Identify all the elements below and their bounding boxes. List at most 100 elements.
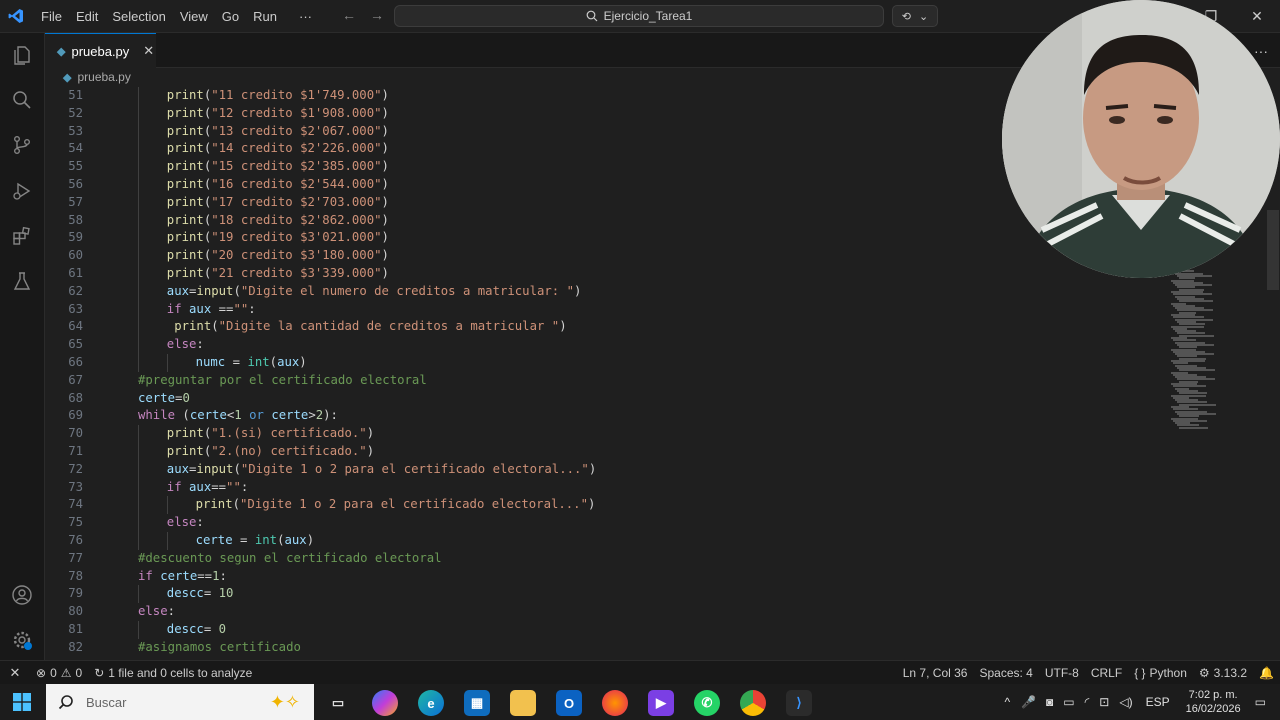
- task-view-icon[interactable]: ▭: [325, 690, 351, 716]
- code-line[interactable]: 51 print("11 credito $1'749.000"): [45, 87, 1145, 105]
- notification-center-icon[interactable]: ▭: [1255, 695, 1266, 709]
- menu-more[interactable]: ···: [292, 9, 319, 24]
- close-window-button[interactable]: ✕: [1234, 0, 1280, 33]
- input-language[interactable]: ESP: [1146, 695, 1170, 709]
- explorer-icon[interactable]: [10, 43, 34, 67]
- menu-edit[interactable]: Edit: [69, 9, 105, 24]
- microphone-icon[interactable]: 🎤: [1021, 695, 1036, 709]
- code-line[interactable]: 66 numc = int(aux): [45, 354, 1145, 372]
- indent-guide: [138, 229, 139, 248]
- code-line[interactable]: 71 print("2.(no) certificado."): [45, 443, 1145, 461]
- taskbar-search[interactable]: Buscar ✦✧: [46, 684, 314, 720]
- line-number: 54: [68, 141, 83, 156]
- vscode-taskbar-icon[interactable]: ⟩: [786, 690, 812, 716]
- code-text: print("12 credito $1'908.000"): [166, 105, 389, 120]
- firefox-icon[interactable]: [602, 690, 628, 716]
- chrome-icon[interactable]: [740, 690, 766, 716]
- edge-icon[interactable]: e: [418, 690, 444, 716]
- minimap[interactable]: [1163, 268, 1223, 433]
- account-icon[interactable]: [10, 583, 34, 607]
- code-line[interactable]: 82 #asignamos certificado: [45, 639, 1145, 657]
- code-line[interactable]: 77 #descuento segun el certificado electo…: [45, 550, 1145, 568]
- display-icon[interactable]: ⊡: [1099, 695, 1109, 709]
- code-line[interactable]: 64 print("Digite la cantidad de creditos…: [45, 318, 1145, 337]
- tab-prueba-py[interactable]: ◆ prueba.py ✕: [45, 33, 156, 68]
- store-icon[interactable]: ▦: [464, 690, 490, 716]
- menu-go[interactable]: Go: [215, 9, 246, 24]
- code-line[interactable]: 76 certe = int(aux): [45, 532, 1145, 550]
- code-line[interactable]: 59 print("19 credito $3'021.000"): [45, 229, 1145, 248]
- extensions-icon[interactable]: [10, 224, 34, 248]
- editor-scrollbar[interactable]: [1267, 210, 1279, 290]
- source-control-icon[interactable]: [10, 133, 34, 157]
- notifications-icon[interactable]: 🔔: [1253, 666, 1280, 680]
- code-line[interactable]: 63 if aux =="":: [45, 300, 1145, 319]
- settings-gear-icon[interactable]: [10, 628, 34, 652]
- indent-guide: [138, 514, 139, 532]
- cursor-position[interactable]: Ln 7, Col 36: [897, 666, 974, 680]
- clock[interactable]: 7:02 p. m. 16/02/2026: [1186, 688, 1241, 716]
- line-number: 68: [68, 390, 83, 405]
- code-line[interactable]: 72 aux=input("Digite 1 o 2 para el certif…: [45, 460, 1145, 479]
- breadcrumb-file[interactable]: prueba.py: [77, 70, 130, 84]
- back-arrow-icon[interactable]: ←: [342, 7, 356, 23]
- code-line[interactable]: 67 #preguntar por el certificado electora…: [45, 372, 1145, 390]
- code-line[interactable]: 65 else:: [45, 336, 1145, 354]
- code-line[interactable]: 75 else:: [45, 514, 1145, 532]
- code-line[interactable]: 78 if certe==1:: [45, 568, 1145, 586]
- code-line[interactable]: 57 print("17 credito $2'703.000"): [45, 193, 1145, 212]
- code-line[interactable]: 70 print("1.(si) certificado."): [45, 425, 1145, 443]
- encoding[interactable]: UTF-8: [1039, 666, 1085, 680]
- code-line[interactable]: 73 if aux=="":: [45, 478, 1145, 497]
- language-mode[interactable]: { } Python: [1128, 666, 1193, 680]
- code-line[interactable]: 69 while (certe<1 or certe>2):: [45, 407, 1145, 425]
- code-line[interactable]: 74 print("Digite 1 o 2 para el certificad…: [45, 496, 1145, 515]
- code-line[interactable]: 52 print("12 credito $1'908.000"): [45, 104, 1145, 123]
- testing-icon[interactable]: [10, 269, 34, 293]
- indent-guide: [138, 158, 139, 176]
- problems-indicator[interactable]: ⊗ 0 ⚠ 0: [30, 666, 88, 680]
- close-icon[interactable]: ✕: [143, 43, 154, 59]
- line-number: 61: [68, 266, 83, 280]
- remote-icon[interactable]: ✕: [0, 661, 30, 685]
- code-line[interactable]: 55 print("15 credito $2'385.000"): [45, 158, 1145, 176]
- code-line[interactable]: 62 aux=input("Digite el numero de credito…: [45, 282, 1145, 301]
- outlook-icon[interactable]: O: [556, 690, 582, 716]
- clipchamp-icon[interactable]: ▶: [648, 690, 674, 716]
- indent-guide: [138, 318, 139, 337]
- file-explorer-icon[interactable]: [510, 690, 536, 716]
- chevron-up-icon[interactable]: ^: [1004, 695, 1010, 709]
- volume-icon[interactable]: ◁): [1119, 695, 1132, 709]
- windows-start-icon[interactable]: [0, 684, 44, 720]
- code-line[interactable]: 58 print("18 credito $2'862.000"): [45, 211, 1145, 230]
- analysis-status[interactable]: ↻ 1 file and 0 cells to analyze: [88, 666, 258, 680]
- line-number: 56: [68, 177, 83, 191]
- copilot-button[interactable]: ⟲ ⌄: [892, 5, 938, 27]
- menu-selection[interactable]: Selection: [105, 9, 172, 24]
- run-debug-icon[interactable]: [10, 179, 34, 203]
- command-center-search[interactable]: Ejercicio_Tarea1: [394, 5, 884, 27]
- whatsapp-icon[interactable]: ✆: [694, 690, 720, 716]
- line-endings[interactable]: CRLF: [1085, 666, 1128, 680]
- code-line[interactable]: 60 print("20 credito $3'180.000"): [45, 247, 1145, 265]
- code-line[interactable]: 81 descc= 0: [45, 621, 1145, 639]
- indentation[interactable]: Spaces: 4: [973, 666, 1038, 680]
- search-icon[interactable]: [10, 88, 34, 112]
- menu-file[interactable]: File: [34, 9, 69, 24]
- battery-icon[interactable]: ▭: [1063, 695, 1074, 709]
- code-line[interactable]: 61 print("21 credito $3'339.000"): [45, 265, 1145, 283]
- code-line[interactable]: 80 else:: [45, 603, 1145, 621]
- wifi-icon[interactable]: ◜: [1085, 695, 1090, 709]
- code-line[interactable]: 68 certe=0: [45, 390, 1145, 408]
- more-actions-icon[interactable]: ···: [1254, 43, 1268, 59]
- code-line[interactable]: 79 descc= 10: [45, 585, 1145, 604]
- code-line[interactable]: 56 print("16 credito $2'544.000"): [45, 176, 1145, 194]
- forward-arrow-icon[interactable]: →: [370, 7, 384, 23]
- copilot-app-icon[interactable]: [372, 690, 398, 716]
- menu-run[interactable]: Run: [246, 9, 284, 24]
- python-interpreter[interactable]: ⚙ 3.13.2: [1193, 666, 1253, 680]
- code-line[interactable]: 53 print("13 credito $2'067.000"): [45, 122, 1145, 141]
- menu-view[interactable]: View: [173, 9, 215, 24]
- camera-icon[interactable]: ◙: [1046, 695, 1053, 709]
- code-line[interactable]: 54 print("14 credito $2'226.000"): [45, 140, 1145, 159]
